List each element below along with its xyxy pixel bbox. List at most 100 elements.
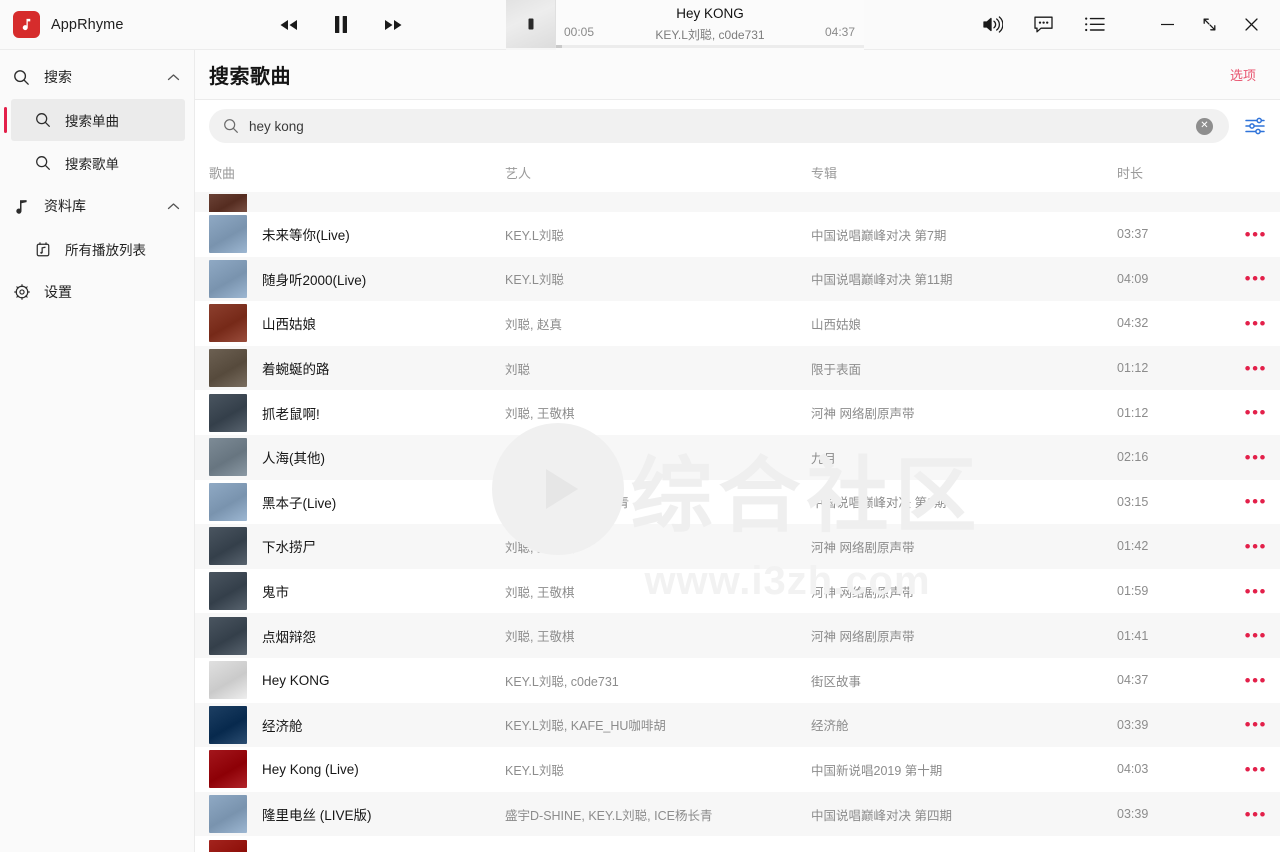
now-playing-title: Hey KONG [676,6,744,21]
track-artist: 盛宇D-SHINE, KEY.L刘聪, ICE杨长青 [505,808,713,823]
playlist-queue-icon[interactable] [1082,13,1106,37]
album-art-thumbnail [209,482,247,521]
filter-sliders-icon[interactable] [1243,114,1267,138]
table-row[interactable]: 山西姑娘 刘聪, 赵真 山西姑娘 04:32 ••• [195,301,1280,346]
sidebar-item-all-playlists[interactable]: 所有播放列表 [11,228,185,270]
table-row[interactable]: 抓老鼠啊! 刘聪, 王敬棋 河神 网络剧原声带 01:12 ••• [195,390,1280,435]
track-duration: 04:03 [1117,762,1149,777]
close-icon[interactable] [1230,5,1272,45]
search-field[interactable]: ✕ [209,109,1229,143]
track-title: Hey KONG [262,672,330,688]
music-note-icon [13,11,40,38]
track-duration: 04:09 [1117,271,1149,286]
track-title: 着蜿蜒的路 [262,362,330,378]
track-duration: 03:39 [1117,717,1149,732]
table-row[interactable]: 经济舱 KEY.L刘聪, KAFE_HU咖啡胡 经济舱 03:39 ••• [195,702,1280,748]
table-row[interactable]: Hey Kong (Live) KEY.L刘聪 中国新说唱2019 第十期 04:03… [195,747,1280,792]
column-header-artist[interactable]: 艺人 [505,163,811,182]
restore-diagonal-icon[interactable] [1188,5,1230,45]
table-header: 歌曲 艺人 专辑 时长 [195,152,1280,192]
table-row[interactable]: 下水捞尸 刘聪, 王敬棋 河神 网络剧原声带 01:42 ••• [195,524,1280,569]
more-options-icon[interactable]: ••• [1245,404,1267,421]
window-controls [1146,5,1280,45]
search-icon [12,69,31,86]
table-row[interactable]: 鬼市 刘聪, 王敬棋 河神 网络剧原声带 01:59 ••• [195,568,1280,614]
search-icon [223,118,239,134]
more-options-icon[interactable]: ••• [1245,270,1267,287]
title-bar-right [980,5,1280,45]
more-options-icon[interactable]: ••• [1245,493,1267,510]
album-art-thumbnail [209,304,247,343]
table-row[interactable]: 随身听2000(Live) KEY.L刘聪 中国说唱巅峰对决 第11期 04:09 ••… [195,256,1280,302]
lyrics-bubble-icon[interactable] [1031,13,1055,37]
more-options-icon[interactable]: ••• [1245,449,1267,466]
track-actions-cell: ••• [1213,806,1267,823]
sidebar-group-label: 搜索 [44,69,72,85]
track-song-cell: 黑本子(Live) [209,482,505,521]
more-options-icon[interactable]: ••• [1245,583,1267,600]
progress-bar[interactable] [556,45,864,48]
pause-icon[interactable] [328,12,354,38]
track-artist: 刘聪, 赵真 [505,317,562,332]
clear-circle-icon[interactable]: ✕ [1196,117,1213,135]
track-title: 随身听2000(Live) [262,272,367,288]
table-row[interactable]: 隆里电丝 (LIVE版) 盛宇D-SHINE, KEY.L刘聪, ICE杨长青 中国… [195,791,1280,837]
track-duration: 03:39 [1117,807,1149,822]
sidebar-item-settings[interactable]: 设置 [0,271,194,313]
table-row[interactable] [195,192,1280,212]
search-input[interactable] [249,109,1186,143]
sidebar-group-library[interactable]: 资料库 [0,185,194,227]
more-options-icon[interactable]: ••• [1245,761,1267,778]
search-icon [33,155,52,171]
column-header-album[interactable]: 专辑 [811,163,1117,182]
table-row[interactable]: 着蜿蜒的路 刘聪 限于表面 01:12 ••• [195,345,1280,391]
volume-icon[interactable] [980,13,1004,37]
album-art-thumbnail [209,259,247,298]
now-playing-total-time: 04:37 [824,25,855,39]
table-row[interactable]: 人海(其他) 刘聪 九月 02:16 ••• [195,434,1280,480]
options-link[interactable]: 选项 [1230,65,1256,84]
column-header-song[interactable]: 歌曲 [209,163,505,182]
fast-forward-icon[interactable] [380,12,406,38]
column-header-duration[interactable]: 时长 [1117,163,1213,182]
table-row[interactable]: 黑本子(Live) KEY.L刘聪, ICE杨长青 中国说唱巅峰对决 第3期 03:1… [195,479,1280,525]
more-options-icon[interactable]: ••• [1245,315,1267,332]
sidebar-item-search-playlists[interactable]: 搜索歌单 [11,142,185,184]
more-options-icon[interactable]: ••• [1245,538,1267,555]
track-list[interactable]: 综合社区 www.i3zh.com 未来等你(Live) KEY.L刘聪 中国说唱巅… [195,192,1280,852]
more-options-icon[interactable]: ••• [1245,226,1267,243]
sidebar-group-search[interactable]: 搜索 [0,56,194,98]
more-options-icon[interactable]: ••• [1245,627,1267,644]
track-artist: 刘聪 [505,451,531,466]
more-options-icon[interactable]: ••• [1245,716,1267,733]
page-title: 搜索歌曲 [209,66,291,88]
chevron-up-icon[interactable] [167,73,180,82]
track-actions-cell: ••• [1213,360,1267,377]
playlist-icon [33,241,52,258]
minimize-icon[interactable] [1146,5,1188,45]
rewind-icon[interactable] [276,12,302,38]
track-actions-cell: ••• [1213,226,1267,243]
more-options-icon[interactable]: ••• [1245,360,1267,377]
now-playing-card[interactable]: Hey KONG KEY.L刘聪, c0de731 00:05 04:37 [506,0,864,50]
album-art-thumbnail [209,215,247,254]
chevron-up-icon[interactable] [167,202,180,211]
track-artist: 刘聪, 王敬棋 [505,630,575,645]
table-row[interactable] [195,836,1280,852]
more-options-icon[interactable]: ••• [1245,806,1267,823]
track-artist: 刘聪, 王敬棋 [505,540,575,555]
track-title: 鬼市 [262,585,289,601]
track-album: 河神 网络剧原声带 [811,540,915,555]
track-duration: 01:12 [1117,361,1149,376]
table-row[interactable]: 未来等你(Live) KEY.L刘聪 中国说唱巅峰对决 第7期 03:37 ••• [195,212,1280,257]
track-artist: KEY.L刘聪 [505,763,564,778]
track-album: 限于表面 [811,362,862,377]
track-duration: 03:15 [1117,494,1149,509]
player-utility-icons [980,13,1146,37]
sidebar-item-search-songs[interactable]: 搜索单曲 [4,99,185,141]
track-song-cell: 隆里电丝 (LIVE版) [209,795,505,834]
table-row[interactable]: Hey KONG KEY.L刘聪, c0de731 街区故事 04:37 ••• [195,657,1280,703]
table-row[interactable]: 点烟辩怨 刘聪, 王敬棋 河神 网络剧原声带 01:41 ••• [195,613,1280,658]
more-options-icon[interactable]: ••• [1245,672,1267,689]
page-header: 搜索歌曲 选项 [195,50,1280,100]
